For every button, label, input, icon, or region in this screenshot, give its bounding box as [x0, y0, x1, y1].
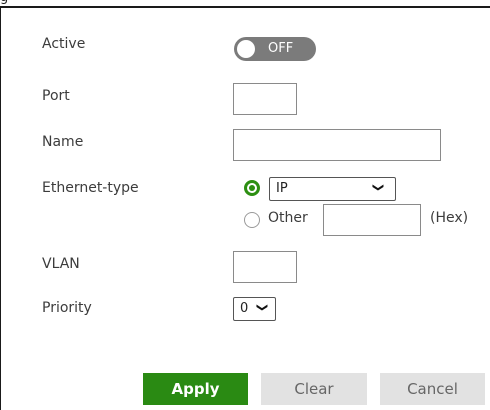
- ethernet-type-ip-radio[interactable]: [244, 180, 260, 196]
- active-toggle[interactable]: OFF: [234, 37, 316, 61]
- apply-button[interactable]: Apply: [143, 373, 248, 405]
- name-label: Name: [42, 134, 84, 150]
- port-label: Port: [42, 88, 70, 104]
- ethernet-type-label: Ethernet-type: [42, 180, 139, 196]
- chevron-down-icon: ❯: [372, 182, 386, 193]
- name-input[interactable]: [233, 129, 441, 161]
- active-label: Active: [42, 36, 86, 52]
- priority-select[interactable]: 0 ❯: [233, 297, 276, 321]
- port-input[interactable]: [233, 83, 297, 115]
- ethernet-type-other-label: Other: [268, 210, 308, 226]
- chevron-down-icon: ❯: [256, 302, 270, 313]
- frame-top-border: [0, 6, 490, 8]
- priority-select-value: 0: [240, 301, 249, 316]
- header-fragment: g: [0, 0, 8, 4]
- ethernet-type-select[interactable]: IP ❯: [269, 177, 396, 201]
- frame-left-border: [0, 6, 1, 410]
- toggle-state-text: OFF: [268, 41, 294, 56]
- toggle-knob: [237, 40, 255, 58]
- clear-button[interactable]: Clear: [261, 373, 367, 405]
- ethernet-type-other-radio[interactable]: [244, 212, 260, 228]
- cancel-button[interactable]: Cancel: [380, 373, 485, 405]
- priority-label: Priority: [42, 300, 92, 316]
- ethernet-type-select-value: IP: [276, 181, 288, 196]
- vlan-label: VLAN: [42, 256, 80, 272]
- hex-label: (Hex): [430, 210, 469, 226]
- ethernet-type-other-input[interactable]: [323, 204, 421, 236]
- vlan-input[interactable]: [233, 251, 297, 283]
